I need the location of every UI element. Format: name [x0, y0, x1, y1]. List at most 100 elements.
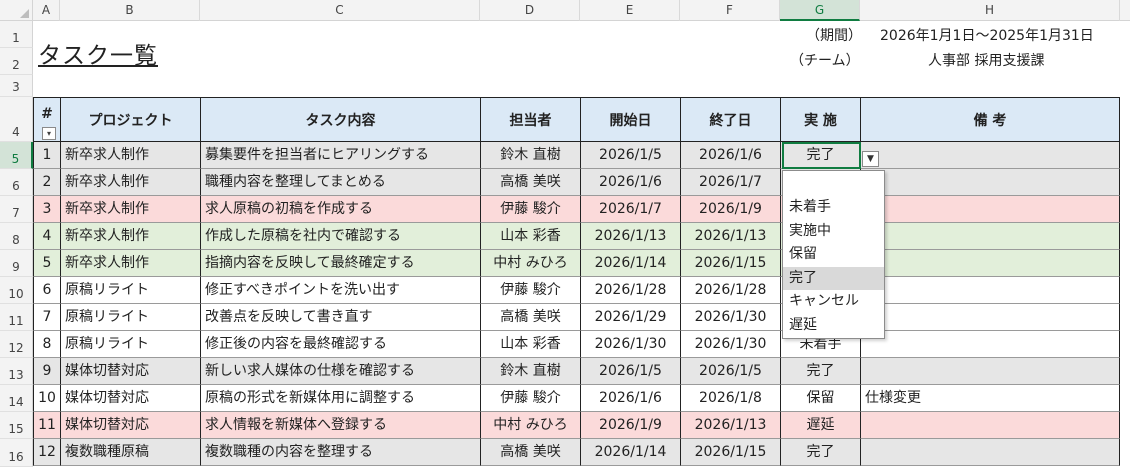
- team-label[interactable]: （チーム）: [790, 50, 860, 70]
- cell-owner[interactable]: 山本 彩香: [480, 223, 580, 250]
- row-header-8[interactable]: 8: [0, 223, 33, 250]
- cell-end-date[interactable]: 2026/1/30: [680, 304, 780, 331]
- row-header-15[interactable]: 15: [0, 412, 33, 439]
- cell-start-date[interactable]: 2026/1/6: [580, 169, 680, 196]
- cell-start-date[interactable]: 2026/1/28: [580, 277, 680, 304]
- cell-number[interactable]: 4: [33, 223, 60, 250]
- row-header-3[interactable]: 3: [0, 75, 33, 97]
- cell-task[interactable]: 作成した原稿を社内で確認する: [200, 223, 480, 250]
- cell-end-date[interactable]: 2026/1/15: [680, 250, 780, 277]
- cell-number[interactable]: 12: [33, 439, 60, 466]
- header-notes[interactable]: 備 考: [860, 97, 1120, 142]
- cell-end-date[interactable]: 2026/1/7: [680, 169, 780, 196]
- row-header-1[interactable]: 1: [0, 21, 33, 48]
- cell-owner[interactable]: 山本 彩香: [480, 331, 580, 358]
- cell-status[interactable]: 遅延: [780, 412, 860, 439]
- cell-notes[interactable]: [860, 412, 1120, 439]
- cell-end-date[interactable]: 2026/1/13: [680, 412, 780, 439]
- chevron-down-icon[interactable]: ▼: [862, 151, 879, 167]
- cell-start-date[interactable]: 2026/1/5: [580, 358, 680, 385]
- header-start-date[interactable]: 開始日: [580, 97, 680, 142]
- cell-project[interactable]: 原稿リライト: [60, 304, 200, 331]
- cell-status[interactable]: 完了: [780, 358, 860, 385]
- header-status[interactable]: 実 施: [780, 97, 860, 142]
- cell-status[interactable]: 完了: [780, 439, 860, 466]
- cell-notes[interactable]: [860, 250, 1120, 277]
- dropdown-option-not-started[interactable]: 未着手: [783, 196, 884, 220]
- row-header-10[interactable]: 10: [0, 277, 33, 304]
- cell-end-date[interactable]: 2026/1/13: [680, 223, 780, 250]
- cell-notes[interactable]: [860, 142, 1120, 169]
- sheet-title[interactable]: タスク一覧: [38, 36, 158, 70]
- cell-end-date[interactable]: 2026/1/30: [680, 331, 780, 358]
- cell-notes[interactable]: [860, 169, 1120, 196]
- header-task[interactable]: タスク内容: [200, 97, 480, 142]
- cell-start-date[interactable]: 2026/1/6: [580, 385, 680, 412]
- cell-owner[interactable]: 鈴木 直樹: [480, 142, 580, 169]
- cell-notes[interactable]: [860, 223, 1120, 250]
- column-header-d[interactable]: D: [480, 0, 580, 21]
- cell-end-date[interactable]: 2026/1/8: [680, 385, 780, 412]
- row-header-11[interactable]: 11: [0, 304, 33, 331]
- row-header-16[interactable]: 16: [0, 439, 33, 467]
- cell-project[interactable]: 複数職種原稿: [60, 439, 200, 466]
- cell-task[interactable]: 改善点を反映して書き直す: [200, 304, 480, 331]
- cell-end-date[interactable]: 2026/1/28: [680, 277, 780, 304]
- cell-project[interactable]: 新卒求人制作: [60, 223, 200, 250]
- cell-start-date[interactable]: 2026/1/13: [580, 223, 680, 250]
- cell-notes[interactable]: [860, 196, 1120, 223]
- header-end-date[interactable]: 終了日: [680, 97, 780, 142]
- cell-project[interactable]: 新卒求人制作: [60, 250, 200, 277]
- column-header-c[interactable]: C: [200, 0, 480, 21]
- cell-end-date[interactable]: 2026/1/9: [680, 196, 780, 223]
- cell-project[interactable]: 媒体切替対応: [60, 412, 200, 439]
- cell-project[interactable]: 原稿リライト: [60, 331, 200, 358]
- cell-task[interactable]: 職種内容を整理してまとめる: [200, 169, 480, 196]
- cell-project[interactable]: 新卒求人制作: [60, 169, 200, 196]
- active-cell-selection[interactable]: [782, 142, 861, 169]
- cell-number[interactable]: 1: [33, 142, 60, 169]
- column-header-e[interactable]: E: [580, 0, 680, 21]
- filter-dropdown-icon[interactable]: ▾: [42, 127, 56, 140]
- cell-task[interactable]: 修正すべきポイントを洗い出す: [200, 277, 480, 304]
- cell-owner[interactable]: 伊藤 駿介: [480, 196, 580, 223]
- row-header-12[interactable]: 12: [0, 331, 33, 358]
- team-value[interactable]: 人事部 採用支援課: [928, 50, 1044, 70]
- row-header-2[interactable]: 2: [0, 48, 33, 75]
- cell-owner[interactable]: 高橋 美咲: [480, 304, 580, 331]
- cell-status[interactable]: 保留: [780, 385, 860, 412]
- dropdown-option-cancel[interactable]: キャンセル: [783, 290, 884, 314]
- header-number[interactable]: # ▾: [33, 97, 60, 142]
- cell-number[interactable]: 8: [33, 331, 60, 358]
- cell-notes[interactable]: [860, 304, 1120, 331]
- period-value[interactable]: 2026年1月1日～2025年1月31日: [880, 25, 1094, 45]
- cell-project[interactable]: 新卒求人制作: [60, 196, 200, 223]
- column-header-b[interactable]: B: [60, 0, 200, 21]
- row-header-14[interactable]: 14: [0, 385, 33, 412]
- cell-number[interactable]: 6: [33, 277, 60, 304]
- cell-notes[interactable]: [860, 277, 1120, 304]
- cell-start-date[interactable]: 2026/1/7: [580, 196, 680, 223]
- cell-start-date[interactable]: 2026/1/14: [580, 250, 680, 277]
- row-header-4[interactable]: 4: [0, 97, 33, 142]
- cell-owner[interactable]: 高橋 美咲: [480, 439, 580, 466]
- row-header-6[interactable]: 6: [0, 169, 33, 196]
- dropdown-option-delayed[interactable]: 遅延: [783, 314, 884, 338]
- cell-end-date[interactable]: 2026/1/6: [680, 142, 780, 169]
- period-label[interactable]: （期間）: [806, 25, 862, 45]
- row-header-13[interactable]: 13: [0, 358, 33, 385]
- select-all-corner[interactable]: [0, 0, 33, 21]
- cell-number[interactable]: 3: [33, 196, 60, 223]
- cell-number[interactable]: 5: [33, 250, 60, 277]
- header-project[interactable]: プロジェクト: [60, 97, 200, 142]
- row-header-5[interactable]: 5: [0, 142, 33, 169]
- column-header-f[interactable]: F: [680, 0, 780, 21]
- cell-owner[interactable]: 伊藤 駿介: [480, 385, 580, 412]
- column-header-h[interactable]: H: [860, 0, 1120, 21]
- row-header-7[interactable]: 7: [0, 196, 33, 223]
- cell-number[interactable]: 2: [33, 169, 60, 196]
- status-dropdown-list[interactable]: 未着手 実施中 保留 完了 キャンセル 遅延: [782, 170, 885, 339]
- cell-project[interactable]: 媒体切替対応: [60, 385, 200, 412]
- cell-project[interactable]: 新卒求人制作: [60, 142, 200, 169]
- cell-start-date[interactable]: 2026/1/14: [580, 439, 680, 466]
